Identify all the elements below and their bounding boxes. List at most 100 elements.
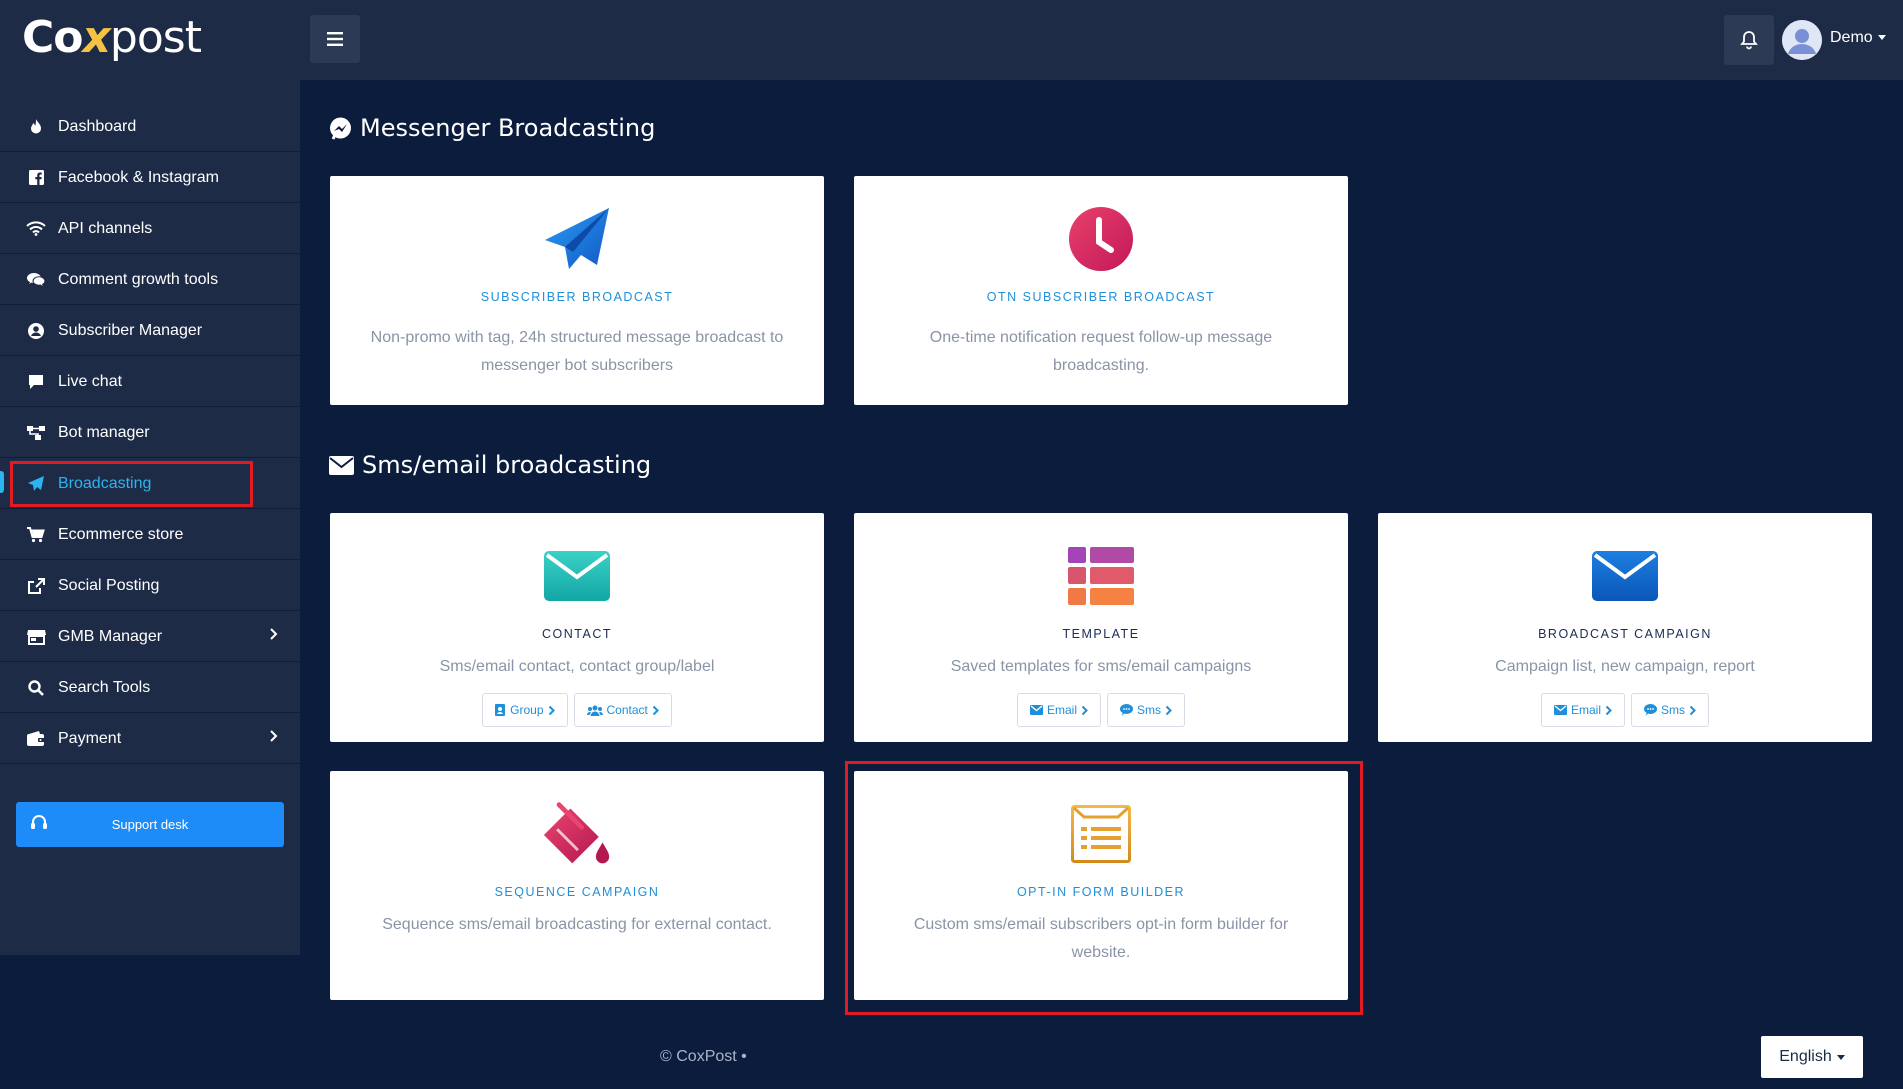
sidebar: Dashboard Facebook & Instagram API chann… [0, 80, 300, 955]
sidebar-item-facebook-instagram[interactable]: Facebook & Instagram [0, 153, 300, 203]
cart-icon [26, 525, 46, 545]
sidebar-item-label: Bot manager [58, 423, 150, 441]
card-sequence-campaign[interactable]: SEQUENCE CAMPAIGN Sequence sms/email bro… [330, 771, 824, 1000]
card-title: SEQUENCE CAMPAIGN [494, 885, 660, 899]
support-desk-label: Support desk [111, 817, 189, 832]
logo-text-x: x [82, 12, 111, 63]
sidebar-item-bot-manager[interactable]: Bot manager [0, 408, 300, 458]
chevron-right-icon [1165, 705, 1172, 715]
facebook-icon [26, 168, 46, 188]
user-name-label: Demo [1830, 29, 1873, 46]
sidebar-item-live-chat[interactable]: Live chat [0, 357, 300, 407]
card-template[interactable]: TEMPLATE Saved templates for sms/email c… [854, 513, 1348, 742]
sidebar-item-subscriber-manager[interactable]: Subscriber Manager [0, 306, 300, 356]
card-description: One-time notification request follow-up … [929, 329, 1273, 374]
support-desk-button[interactable]: Support desk [16, 802, 284, 847]
email-button[interactable]: Email [1016, 693, 1101, 727]
envelope-icon [1029, 705, 1043, 715]
card-broadcast-campaign[interactable]: BROADCAST CAMPAIGN Campaign list, new ca… [1378, 513, 1872, 742]
headset-icon [30, 814, 48, 835]
user-circle-icon [26, 321, 46, 341]
envelope-icon [542, 541, 612, 611]
sitemap-icon [26, 423, 46, 443]
sidebar-item-gmb-manager[interactable]: GMB Manager [0, 612, 300, 662]
card-button-row: Email Sms [854, 693, 1348, 727]
wifi-icon [26, 219, 46, 239]
logo-text-co: Co [22, 12, 84, 63]
bell-icon [1740, 31, 1758, 50]
avatar[interactable] [1782, 20, 1822, 60]
user-menu-toggle[interactable]: Demo [1830, 29, 1886, 47]
card-title: TEMPLATE [1062, 627, 1140, 641]
sidebar-item-label: Comment growth tools [58, 270, 219, 288]
top-bar: Coxpost Demo [0, 0, 1903, 80]
group-button[interactable]: Group [482, 693, 568, 727]
card-description: Campaign list, new campaign, report [1495, 658, 1755, 675]
chat-bubble-icon [1120, 704, 1133, 716]
search-icon [26, 678, 46, 698]
menu-toggle-button[interactable] [310, 15, 360, 63]
chevron-right-icon [652, 705, 659, 715]
section-title-messenger: Messenger Broadcasting [329, 114, 655, 142]
footer-copyright: © CoxPost • [660, 1048, 747, 1065]
language-label: English [1779, 1048, 1832, 1065]
sidebar-item-social-posting[interactable]: Social Posting [0, 561, 300, 611]
share-icon [26, 576, 46, 596]
chevron-right-icon [548, 705, 555, 715]
card-otn-subscriber-broadcast[interactable]: OTN SUBSCRIBER BROADCAST One-time notifi… [854, 176, 1348, 405]
sidebar-item-api-channels[interactable]: API channels [0, 204, 300, 254]
sidebar-item-ecommerce-store[interactable]: Ecommerce store [0, 510, 300, 560]
sidebar-item-search-tools[interactable]: Search Tools [0, 663, 300, 713]
users-icon [586, 705, 603, 716]
card-button-row: Group Contact [330, 693, 824, 727]
sidebar-item-label: Social Posting [58, 576, 160, 594]
contact-button[interactable]: Contact [573, 693, 672, 727]
card-description: Non-promo with tag, 24h structured messa… [370, 329, 784, 374]
card-contact[interactable]: CONTACT Sms/email contact, contact group… [330, 513, 824, 742]
chat-icon [26, 372, 46, 392]
sidebar-item-comment-growth-tools[interactable]: Comment growth tools [0, 255, 300, 305]
button-label: Contact [606, 703, 648, 717]
chevron-right-icon [269, 627, 278, 646]
sidebar-item-label: Search Tools [58, 678, 151, 696]
messenger-icon [329, 117, 352, 140]
card-title: BROADCAST CAMPAIGN [1538, 627, 1712, 641]
hamburger-icon [327, 32, 343, 46]
user-avatar-icon [1782, 20, 1822, 60]
card-subscriber-broadcast[interactable]: SUBSCRIBER BROADCAST Non-promo with tag,… [330, 176, 824, 405]
store-icon [26, 627, 46, 647]
wallet-icon [26, 729, 46, 749]
envelope-icon [329, 455, 354, 475]
highlight-box-broadcasting [10, 461, 253, 507]
email-button[interactable]: Email [1540, 693, 1625, 727]
sms-button[interactable]: Sms [1631, 693, 1709, 727]
card-description: Sequence sms/email broadcasting for exte… [382, 916, 772, 933]
sidebar-item-dashboard[interactable]: Dashboard [0, 102, 300, 152]
chevron-right-icon [1081, 705, 1088, 715]
chevron-right-icon [269, 729, 278, 748]
paper-plane-icon [542, 204, 612, 274]
chevron-right-icon [1689, 705, 1696, 715]
card-title: CONTACT [542, 627, 612, 641]
sidebar-item-label: API channels [58, 219, 153, 237]
sidebar-item-label: GMB Manager [58, 627, 163, 645]
button-label: Sms [1137, 703, 1161, 717]
sidebar-item-payment[interactable]: Payment [0, 714, 300, 764]
sidebar-item-label: Live chat [58, 372, 123, 390]
card-title: OTN SUBSCRIBER BROADCAST [986, 290, 1216, 304]
comments-icon [26, 270, 46, 290]
caret-down-icon [1836, 1054, 1845, 1060]
sidebar-item-label: Facebook & Instagram [58, 168, 219, 186]
button-label: Group [510, 703, 544, 717]
language-selector[interactable]: English [1761, 1036, 1863, 1078]
section-title-text: Sms/email broadcasting [362, 451, 652, 479]
notifications-button[interactable] [1724, 15, 1774, 65]
logo[interactable]: Coxpost [22, 12, 202, 63]
sidebar-item-label: Subscriber Manager [58, 321, 203, 339]
sidebar-item-label: Ecommerce store [58, 525, 184, 543]
sms-button[interactable]: Sms [1107, 693, 1185, 727]
card-description: Saved templates for sms/email campaigns [950, 658, 1252, 675]
template-grid-icon [1066, 541, 1136, 611]
logo-text-post: post [109, 12, 202, 63]
caret-down-icon [1877, 35, 1886, 41]
